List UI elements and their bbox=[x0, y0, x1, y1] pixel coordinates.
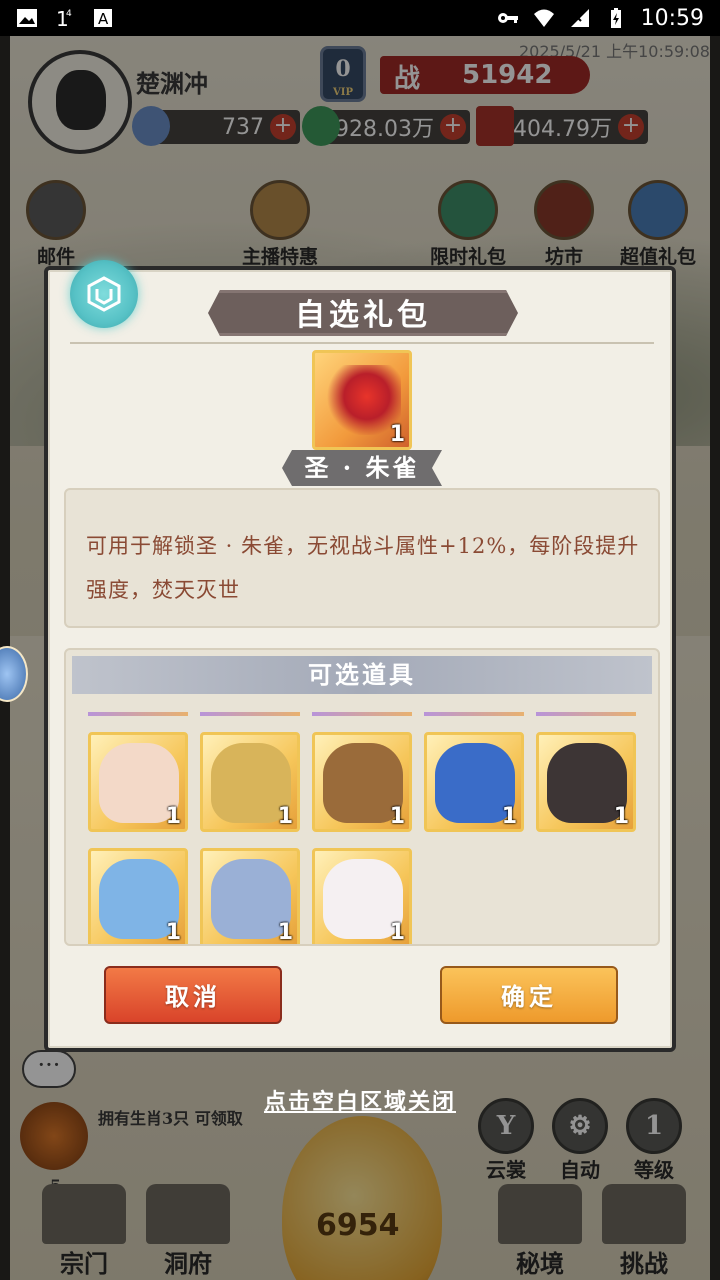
item-quantity: 1 bbox=[389, 422, 405, 447]
scroll-hint-strip bbox=[424, 712, 524, 716]
svg-text:4: 4 bbox=[66, 9, 72, 19]
confirm-button[interactable]: 确定 bbox=[440, 966, 618, 1024]
svg-text:A: A bbox=[98, 10, 109, 28]
options-panel: 可选道具 1 1 1 1 1 1 1 1 bbox=[64, 648, 660, 946]
close-hint[interactable]: 点击空白区域关闭 bbox=[0, 1084, 720, 1116]
gift-pack-dialog: 自选礼包 1 圣 · 朱雀 可用于解锁圣 · 朱雀，无视战斗属性+12%，每阶段… bbox=[44, 260, 676, 1052]
option-quantity: 1 bbox=[389, 804, 405, 829]
signal-4-icon: 14 bbox=[56, 7, 72, 29]
option-quantity: 1 bbox=[165, 804, 181, 829]
dialog-title: 自选礼包 bbox=[208, 290, 518, 336]
battery-icon bbox=[610, 8, 621, 28]
option-quantity: 1 bbox=[613, 804, 629, 829]
title-divider bbox=[70, 342, 654, 344]
clock: 10:59 bbox=[640, 5, 704, 31]
scroll-hint-strip bbox=[88, 712, 188, 716]
option-quantity: 1 bbox=[165, 920, 181, 945]
status-bar: 14 A 10:59 bbox=[0, 0, 720, 36]
option-quantity: 1 bbox=[277, 920, 293, 945]
option-quantity: 1 bbox=[501, 804, 517, 829]
options-title: 可选道具 bbox=[72, 656, 652, 694]
cellular-icon bbox=[570, 9, 589, 27]
featured-item[interactable]: 1 bbox=[312, 350, 412, 450]
game-logo-icon bbox=[70, 260, 138, 328]
option-black-dragon[interactable]: 1 bbox=[536, 732, 636, 832]
option-golden-dragon[interactable]: 1 bbox=[200, 732, 300, 832]
scroll-hint-strip bbox=[536, 712, 636, 716]
scroll-hint-strip bbox=[200, 712, 300, 716]
item-description: 可用于解锁圣 · 朱雀，无视战斗属性+12%，每阶段提升强度，焚天灭世 bbox=[64, 488, 660, 628]
item-name: 圣 · 朱雀 bbox=[282, 450, 442, 486]
option-white-rabbit[interactable]: 1 bbox=[312, 848, 412, 945]
wifi-icon bbox=[533, 9, 554, 27]
option-ram[interactable]: 1 bbox=[200, 848, 300, 945]
close-hint-text[interactable]: 点击空白区域关闭 bbox=[264, 1089, 456, 1115]
scroll-hint-strip bbox=[312, 712, 412, 716]
option-quantity: 1 bbox=[277, 804, 293, 829]
cancel-button[interactable]: 取消 bbox=[104, 966, 282, 1024]
option-blue-dragon[interactable]: 1 bbox=[424, 732, 524, 832]
option-white-lion[interactable]: 1 bbox=[88, 732, 188, 832]
option-armored-tiger[interactable]: 1 bbox=[312, 732, 412, 832]
font-a-icon: A bbox=[94, 9, 112, 28]
image-icon bbox=[17, 9, 37, 27]
option-blue-horse[interactable]: 1 bbox=[88, 848, 188, 945]
description-text: 可用于解锁圣 · 朱雀，无视战斗属性+12%，每阶段提升强度，焚天灭世 bbox=[86, 534, 640, 602]
key-icon bbox=[497, 13, 518, 23]
option-quantity: 1 bbox=[389, 920, 405, 945]
